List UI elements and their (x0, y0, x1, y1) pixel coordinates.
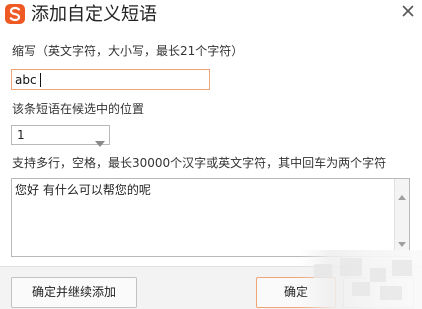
confirm-button[interactable]: 确定 (256, 277, 336, 308)
abbreviation-input[interactable]: abc (11, 69, 210, 90)
scroll-down-arrow-icon[interactable] (398, 232, 406, 251)
confirm-and-continue-button[interactable]: 确定并继续添加 (11, 277, 137, 308)
phrase-value: 您好 有什么可以帮您的呢 (15, 183, 151, 197)
position-select[interactable]: 1 (11, 125, 110, 147)
scroll-up-arrow-icon[interactable] (398, 185, 406, 204)
abbreviation-label: 缩写（英文字符，大小写，最长21个字符） (12, 44, 244, 58)
position-selected-value: 1 (17, 128, 25, 142)
add-custom-phrase-dialog: 添加自定义短语 缩写（英文字符，大小写，最长21个字符） abc 该条短语在候选… (0, 0, 422, 309)
chevron-down-icon (95, 132, 105, 151)
dialog-title: 添加自定义短语 (31, 4, 157, 25)
phrase-textarea[interactable]: 您好 有什么可以帮您的呢 (11, 178, 410, 257)
cancel-button[interactable] (343, 277, 414, 308)
title-bar: 添加自定义短语 (0, 0, 422, 34)
textarea-scrollbar[interactable] (394, 179, 409, 256)
text-caret (40, 73, 41, 87)
phrase-label: 支持多行，空格，最长30000个汉字或英文字符，其中回车为两个字符 (12, 156, 387, 170)
position-label: 该条短语在候选中的位置 (12, 102, 145, 116)
close-icon[interactable] (399, 2, 417, 20)
dialog-footer: 确定并继续添加 确定 (0, 266, 422, 309)
abbreviation-value: abc (15, 73, 37, 87)
sogou-logo-icon (5, 4, 25, 24)
